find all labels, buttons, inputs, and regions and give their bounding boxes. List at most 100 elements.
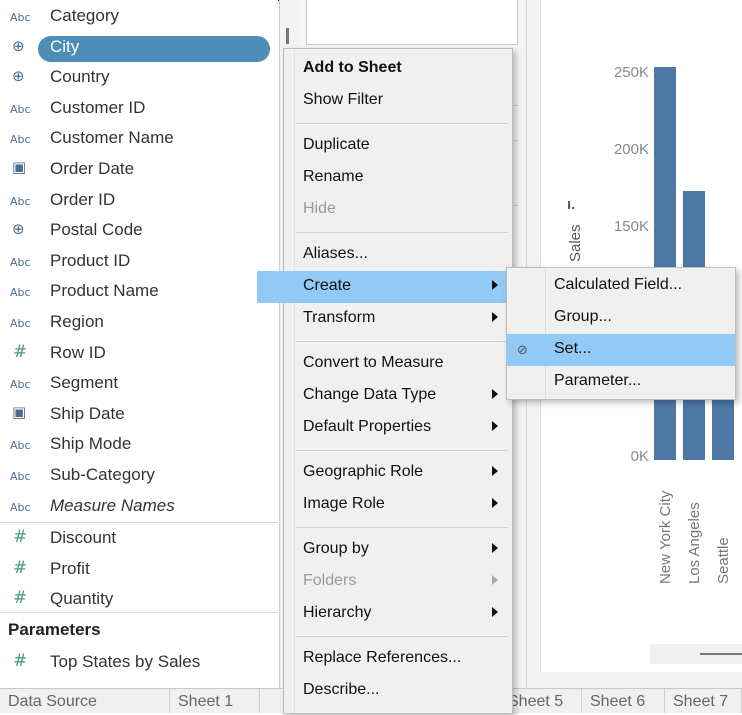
- y-tick-label: 200K: [613, 140, 649, 158]
- x-tick-label: New York City: [657, 490, 674, 584]
- menu-item-duplicate[interactable]: Duplicate: [284, 130, 512, 162]
- menu-item-aliases[interactable]: Aliases...: [284, 239, 512, 271]
- parameter-top-states-by-sales[interactable]: # Top States by Sales: [0, 648, 278, 678]
- menu-item-label: Replace References...: [303, 649, 462, 666]
- y-tick-label: 250K: [613, 64, 649, 82]
- menu-item-hierarchy[interactable]: Hierarchy: [284, 598, 512, 630]
- menu-item-label: Aliases...: [303, 245, 368, 262]
- string-type-icon: Abc: [10, 133, 31, 147]
- field-discount[interactable]: # Discount: [0, 524, 278, 554]
- field-sub-category[interactable]: Abc Sub-Category: [0, 461, 278, 491]
- menu-item-label: Create: [303, 277, 352, 294]
- field-label: Category: [50, 6, 119, 25]
- menu-separator: [296, 232, 508, 233]
- menu-item-create[interactable]: Create: [257, 271, 512, 303]
- menu-item-label: Image Role: [303, 495, 385, 512]
- submenu-item-label: Set...: [554, 340, 592, 357]
- menu-item-add-to-sheet[interactable]: Add to Sheet: [284, 53, 512, 85]
- string-type-icon: Abc: [10, 439, 31, 453]
- field-postal-code[interactable]: ⊕ Postal Code: [0, 216, 278, 246]
- field-city[interactable]: ⊕ City: [0, 33, 278, 63]
- field-country[interactable]: ⊕ Country: [0, 63, 278, 93]
- submenu-arrow-icon: [492, 421, 498, 431]
- string-type-icon: Abc: [10, 286, 31, 300]
- menu-item-convert-to-measure[interactable]: Convert to Measure: [284, 348, 512, 380]
- menu-item-group-by[interactable]: Group by: [284, 534, 512, 566]
- number-type-icon: #: [13, 557, 28, 578]
- field-label: Ship Date: [50, 403, 125, 423]
- menu-separator: [296, 636, 508, 637]
- field-context-menu: Add to Sheet Show Filter Duplicate Rename Hi…: [257, 48, 513, 714]
- x-tick-label: Los Angeles: [686, 502, 703, 584]
- calendar-icon: ▣: [12, 158, 27, 176]
- field-quantity[interactable]: # Quantity: [0, 585, 278, 615]
- parameters-heading: Parameters: [8, 620, 101, 639]
- bar-new-york-city[interactable]: [654, 66, 676, 460]
- field-label: Profit: [50, 558, 90, 578]
- menu-item-label: Folders: [303, 572, 357, 589]
- field-region[interactable]: Abc Region: [0, 308, 278, 338]
- data-pane: Abc Category ⊕ City ⊕ Country Abc Customer ID Ab…: [0, 0, 278, 688]
- field-product-id[interactable]: Abc Product ID: [0, 247, 278, 277]
- menu-item-geographic-role[interactable]: Geographic Role: [284, 457, 512, 489]
- menu-item-rename[interactable]: Rename: [284, 162, 512, 194]
- field-order-date[interactable]: ▣ Order Date: [0, 155, 278, 185]
- menu-item-label: Geographic Role: [303, 463, 424, 480]
- sort-icon[interactable]: ı.: [567, 196, 575, 213]
- field-ship-date[interactable]: ▣ Ship Date: [0, 400, 278, 430]
- field-order-id[interactable]: Abc Order ID: [0, 186, 278, 216]
- menu-item-image-role[interactable]: Image Role: [284, 489, 512, 521]
- menu-separator: [296, 341, 508, 342]
- pages-shelf[interactable]: [306, 0, 518, 45]
- y-axis-title[interactable]: Sales: [567, 224, 584, 262]
- menu-item-label: Show Filter: [303, 91, 384, 108]
- scrollbar-thumb[interactable]: [286, 28, 289, 44]
- tab-sheet-6[interactable]: Sheet 6: [582, 689, 665, 713]
- calendar-icon: ▣: [12, 402, 27, 421]
- field-ship-mode[interactable]: Abc Ship Mode: [0, 430, 278, 460]
- field-product-name[interactable]: Abc Product Name: [0, 277, 278, 307]
- field-label: Postal Code: [50, 220, 143, 240]
- field-label: Top States by Sales: [50, 652, 201, 671]
- tab-data-source[interactable]: Data Source: [0, 689, 170, 713]
- tab-sheet-7[interactable]: Sheet 7: [665, 689, 742, 713]
- field-label: Region: [50, 312, 104, 331]
- tab-sheet-1[interactable]: Sheet 1: [170, 689, 260, 713]
- menu-item-describe[interactable]: Describe...: [284, 675, 512, 707]
- view-scrollbar[interactable]: [650, 644, 742, 664]
- submenu-item-parameter[interactable]: Parameter...: [507, 366, 735, 398]
- field-label: Product ID: [50, 250, 131, 270]
- field-measure-names[interactable]: Abc Measure Names: [0, 492, 278, 522]
- globe-icon: ⊕: [12, 36, 25, 55]
- field-row-id[interactable]: # Row ID: [0, 339, 278, 369]
- submenu-arrow-icon: [492, 389, 498, 399]
- field-category[interactable]: Abc Category: [0, 2, 278, 32]
- string-type-icon: Abc: [10, 378, 31, 392]
- menu-item-show-filter[interactable]: Show Filter: [284, 85, 512, 117]
- menu-item-replace-references[interactable]: Replace References...: [284, 643, 512, 675]
- field-label: Sub-Category: [50, 465, 155, 484]
- field-customer-id[interactable]: Abc Customer ID: [0, 94, 278, 124]
- globe-icon: ⊕: [12, 220, 25, 239]
- submenu-item-group[interactable]: Group...: [507, 302, 735, 334]
- field-segment[interactable]: Abc Segment: [0, 369, 278, 399]
- menu-item-label: Hierarchy: [303, 604, 372, 621]
- x-tick-label: Seattle: [715, 537, 732, 584]
- scrollbar-thumb[interactable]: [700, 653, 742, 655]
- submenu-item-label: Group...: [554, 308, 612, 325]
- number-type-icon: #: [13, 341, 28, 362]
- submenu-item-set[interactable]: ⊘ Set...: [507, 334, 735, 366]
- menu-item-label: Group by: [303, 540, 369, 557]
- field-label: Segment: [50, 373, 119, 393]
- menu-item-default-properties[interactable]: Default Properties: [284, 412, 512, 444]
- number-type-icon: #: [13, 588, 28, 609]
- field-customer-name[interactable]: Abc Customer Name: [0, 124, 278, 154]
- menu-item-transform[interactable]: Transform: [284, 303, 512, 335]
- y-tick-label: 0K: [630, 448, 649, 465]
- menu-item-label: Hide: [303, 200, 336, 217]
- submenu-arrow-icon: [492, 607, 498, 617]
- field-profit[interactable]: # Profit: [0, 555, 278, 585]
- submenu-item-calculated-field[interactable]: Calculated Field...: [507, 270, 735, 302]
- menu-item-label: Change Data Type: [303, 386, 437, 403]
- menu-item-change-data-type[interactable]: Change Data Type: [284, 380, 512, 412]
